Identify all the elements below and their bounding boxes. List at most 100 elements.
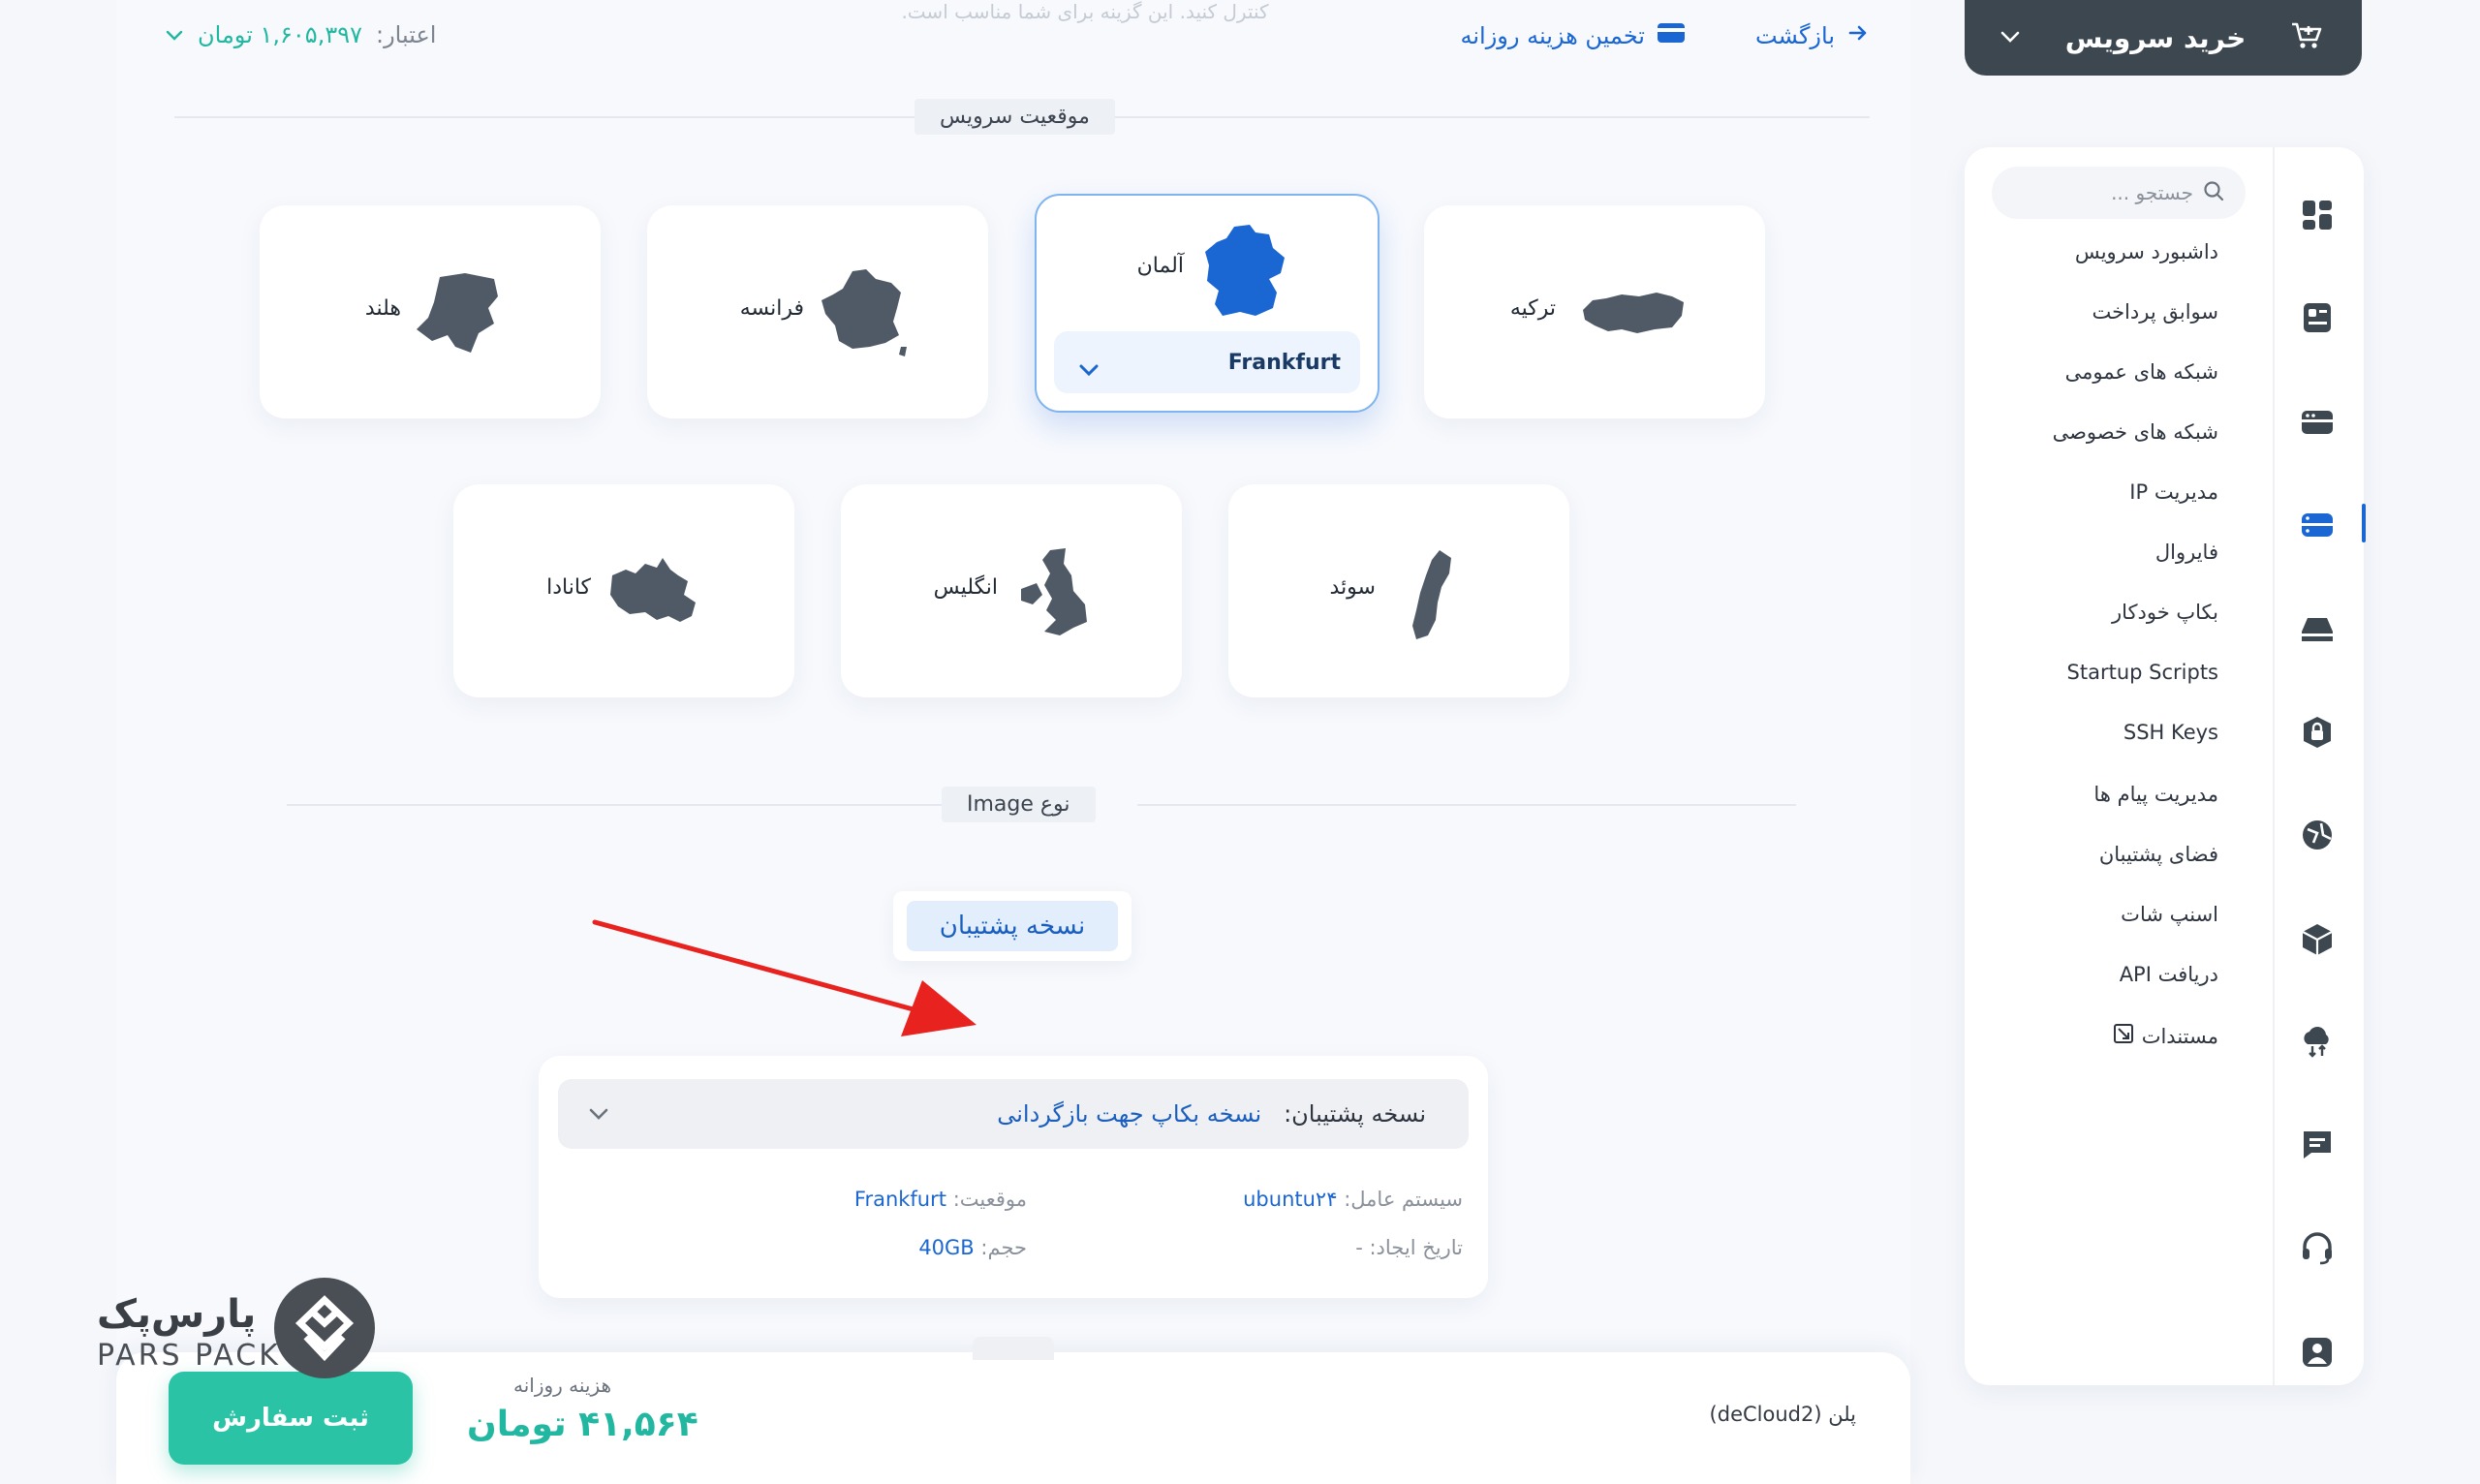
country-name: انگلیس (933, 575, 998, 600)
sidebar-item-backup-space[interactable]: فضای پشتیبان (2099, 843, 2218, 866)
chevron-down-icon (165, 21, 184, 48)
country-name: سوئد (1329, 575, 1376, 600)
cloud-transfer-icon[interactable] (2300, 1025, 2335, 1060)
germany-map-icon (1205, 225, 1285, 316)
country-card-canada[interactable]: کانادا (453, 484, 794, 697)
country-name: آلمان (1136, 254, 1184, 278)
buy-service-label: خرید سرویس (2064, 21, 2247, 54)
netherlands-map-icon (417, 273, 498, 353)
sidebar: جستجو ... داشبورد سرویس سوابق پرداخت شبک… (1965, 147, 2366, 1385)
daily-cost-value: ۴۱,۵۶۴ تومان (467, 1405, 698, 1444)
daily-cost-label: هزینه روزانه (513, 1374, 612, 1397)
credit-value: ۱,۶۰۵,۳۹۷ تومان (198, 21, 362, 48)
search-input[interactable]: جستجو ... (2111, 181, 2193, 204)
turkey-map-icon (1583, 293, 1684, 333)
message-icon[interactable] (2300, 1128, 2335, 1162)
os-key: سیستم عامل: (1344, 1188, 1463, 1211)
location-section-label: موقعیت سرویس (914, 99, 1115, 135)
country-card-uk[interactable]: انگلیس (841, 484, 1182, 697)
logo-text-fa: پارس‌پک (97, 1292, 257, 1337)
sidebar-item-payment-history[interactable]: سوابق پرداخت (2092, 300, 2218, 324)
sidebar-item-get-api[interactable]: دریافت API (2120, 963, 2218, 986)
sidebar-item-startup-scripts[interactable]: Startup Scripts (2067, 661, 2218, 684)
dashboard-icon[interactable] (2300, 198, 2335, 232)
cloud-server-icon[interactable] (2300, 508, 2335, 542)
sidebar-item-ssh-keys[interactable]: SSH Keys (2124, 721, 2218, 744)
created-value: - (1355, 1236, 1363, 1259)
sidebar-item-private-networks[interactable]: شبکه های خصوصی (2053, 420, 2218, 444)
sidebar-item-public-networks[interactable]: شبکه های عمومی (2065, 360, 2218, 384)
sidebar-search[interactable]: جستجو ... (1992, 167, 2246, 219)
sidebar-item-firewall[interactable]: فایروال (2155, 541, 2218, 564)
top-bar: کنترل کنید. این گزینه برای شما مناسب است… (116, 0, 1910, 77)
created-key: تاریخ ایجاد: (1369, 1236, 1463, 1259)
sidebar-icon-rail (2273, 147, 2366, 1385)
submit-order-button[interactable]: ثبت سفارش (169, 1372, 413, 1465)
credit-display[interactable]: اعتبار: ۱,۶۰۵,۳۹۷ تومان (165, 21, 436, 48)
server-icon[interactable] (2300, 405, 2335, 440)
sidebar-item-messages[interactable]: مدیریت پیام ها (2093, 783, 2218, 806)
country-card-sweden[interactable]: سوئد (1228, 484, 1569, 697)
daily-estimate-link[interactable]: تخمین هزینه روزانه (1461, 21, 1687, 50)
docs-item-label: مستندات (2141, 1024, 2218, 1048)
back-link[interactable]: بازگشت (1755, 21, 1870, 50)
user-profile-icon[interactable] (2300, 1335, 2335, 1370)
sidebar-item-ip-management[interactable]: مدیریت IP (2129, 480, 2218, 504)
backup-select-key: نسخه پشتیبان: (1284, 1100, 1426, 1128)
sidebar-item-snapshot[interactable]: اسنپ شات (2121, 903, 2218, 926)
chevron-down-icon (2000, 29, 2021, 47)
created-info: تاریخ ایجاد: - (1355, 1236, 1463, 1259)
uk-map-icon (1021, 548, 1087, 635)
active-indicator (2362, 504, 2366, 542)
external-link-icon (2113, 1023, 2134, 1049)
os-value: ubuntu۲۴ (1243, 1188, 1338, 1211)
country-name: فرانسه (739, 296, 804, 321)
country-name: هلند (364, 296, 401, 321)
country-card-turkey[interactable]: ترکیه (1424, 205, 1765, 418)
cart-icon (2290, 20, 2323, 55)
back-link-label: بازگشت (1755, 22, 1835, 49)
size-key: حجم: (980, 1236, 1027, 1259)
sidebar-item-service-dashboard[interactable]: داشبورد سرویس (2075, 240, 2218, 263)
country-card-france[interactable]: فرانسه (647, 205, 988, 418)
os-info: سیستم عامل: ubuntu۲۴ (1243, 1188, 1463, 1211)
divider (1114, 116, 1870, 118)
network-globe-icon[interactable] (2300, 818, 2335, 852)
security-lock-icon[interactable] (2300, 715, 2335, 750)
france-map-icon (822, 269, 907, 356)
sweden-map-icon (1412, 550, 1451, 639)
country-card-germany[interactable]: آلمان Frankfurt (1035, 194, 1380, 413)
sidebar-item-docs[interactable]: مستندات (2113, 1023, 2218, 1049)
country-name: ترکیه (1509, 296, 1556, 321)
divider (1137, 804, 1796, 806)
faint-description: کنترل کنید. این گزینه برای شما مناسب است… (901, 0, 1269, 23)
main-content: کنترل کنید. این گزینه برای شما مناسب است… (116, 0, 1910, 1484)
chevron-down-icon (587, 1099, 610, 1128)
order-bar: پلن (deCloud2) هزینه روزانه ۴۱,۵۶۴ تومان… (116, 1337, 1910, 1484)
location-info: موقعیت: Frankfurt (854, 1188, 1027, 1211)
storage-icon[interactable] (2300, 612, 2335, 647)
package-box-icon[interactable] (2300, 922, 2335, 957)
image-section-label: نوع Image (942, 787, 1096, 822)
backup-select[interactable]: نسخه پشتیبان: نسخه بکاپ جهت بازگردانی (558, 1079, 1469, 1149)
location-value: Frankfurt (853, 1188, 946, 1211)
headset-support-icon[interactable] (2300, 1230, 2335, 1265)
section-tab-stub (973, 1337, 1054, 1360)
buy-service-button[interactable]: خرید سرویس (1965, 0, 2362, 76)
divider (287, 804, 1004, 806)
daily-estimate-label: تخمین هزینه روزانه (1460, 22, 1646, 49)
canada-map-icon (610, 558, 696, 622)
parspack-logo: پارس‌پک PARS PACK (97, 1275, 378, 1381)
plan-name: پلن (deCloud2) (1709, 1403, 1856, 1426)
invoice-icon[interactable] (2300, 300, 2335, 335)
logo-text-en: PARS PACK (97, 1339, 281, 1373)
backup-details-card: نسخه پشتیبان: نسخه بکاپ جهت بازگردانی سی… (539, 1056, 1488, 1298)
sidebar-item-auto-backup[interactable]: بکاپ خودکار (2112, 601, 2218, 624)
card-icon (1657, 21, 1686, 50)
city-select[interactable]: Frankfurt (1054, 331, 1360, 393)
size-value: 40GB (918, 1236, 975, 1259)
parspack-logo-icon (274, 1278, 375, 1378)
annotation-arrow-icon (592, 919, 976, 1036)
country-card-netherlands[interactable]: هلند (260, 205, 601, 418)
city-value: Frankfurt (1227, 350, 1341, 375)
